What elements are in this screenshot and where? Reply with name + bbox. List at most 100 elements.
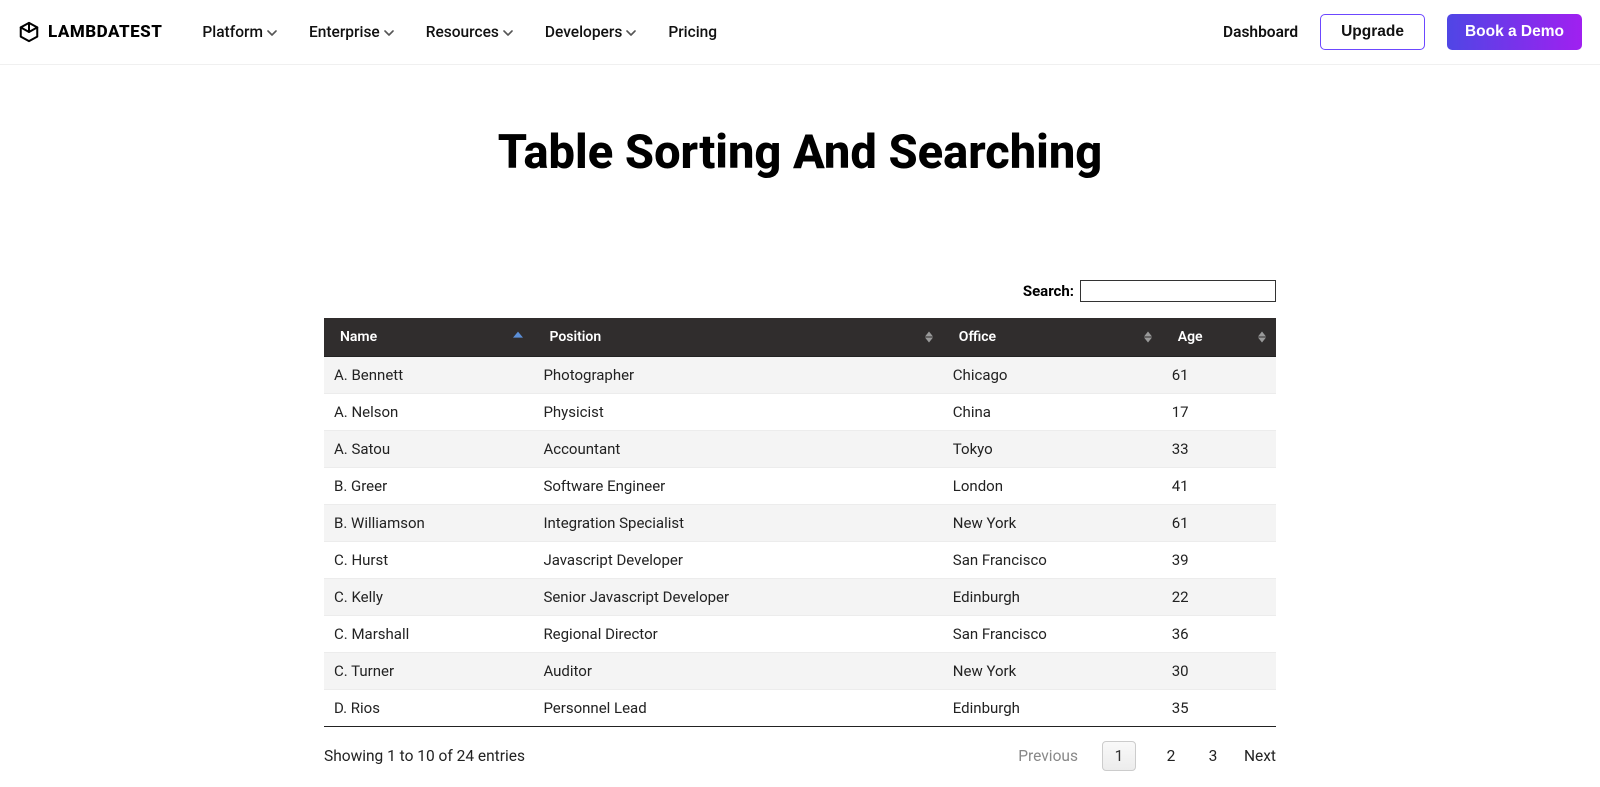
data-table: Name Position Office Age A. BennettPhotogra… — [324, 318, 1276, 727]
sort-icon — [1144, 332, 1152, 343]
cell-office: Chicago — [943, 357, 1162, 394]
cell-age: 22 — [1162, 579, 1276, 616]
sort-icon — [1258, 332, 1266, 343]
cell-position: Senior Javascript Developer — [533, 579, 942, 616]
cell-name: D. Rios — [324, 690, 533, 727]
chevron-down-icon — [503, 30, 513, 36]
column-header-label: Name — [340, 329, 377, 345]
cell-position: Physicist — [533, 394, 942, 431]
column-header-label: Office — [959, 329, 996, 345]
table-body: A. BennettPhotographerChicago61A. Nelson… — [324, 357, 1276, 727]
cell-position: Personnel Lead — [533, 690, 942, 727]
table-row: D. RiosPersonnel LeadEdinburgh35 — [324, 690, 1276, 727]
cell-office: China — [943, 394, 1162, 431]
nav-item-pricing[interactable]: Pricing — [668, 23, 717, 41]
cell-position: Auditor — [533, 653, 942, 690]
table-row: C. HurstJavascript DeveloperSan Francisc… — [324, 542, 1276, 579]
chevron-down-icon — [384, 30, 394, 36]
table-info: Showing 1 to 10 of 24 entries — [324, 747, 1018, 765]
cell-age: 61 — [1162, 505, 1276, 542]
table-container: Search: Name Position Office Age A. Bennett… — [324, 280, 1276, 771]
cell-office: London — [943, 468, 1162, 505]
table-row: A. NelsonPhysicistChina17 — [324, 394, 1276, 431]
cell-office: Edinburgh — [943, 579, 1162, 616]
cell-name: C. Marshall — [324, 616, 533, 653]
nav-item-developers[interactable]: Developers — [545, 23, 636, 41]
cell-name: B. Williamson — [324, 505, 533, 542]
cell-age: 61 — [1162, 357, 1276, 394]
cell-position: Photographer — [533, 357, 942, 394]
sort-asc-icon — [513, 332, 523, 338]
cell-name: B. Greer — [324, 468, 533, 505]
pagination-previous[interactable]: Previous — [1018, 747, 1078, 765]
column-header-office[interactable]: Office — [943, 318, 1162, 357]
pagination-page-2[interactable]: 2 — [1164, 747, 1178, 765]
cell-age: 36 — [1162, 616, 1276, 653]
nav-item-platform[interactable]: Platform — [202, 23, 277, 41]
upgrade-button[interactable]: Upgrade — [1320, 14, 1425, 50]
cell-name: A. Bennett — [324, 357, 533, 394]
search-input[interactable] — [1080, 280, 1276, 302]
nav-item-resources[interactable]: Resources — [426, 23, 513, 41]
pagination-page-1[interactable]: 1 — [1102, 741, 1136, 771]
nav-item-enterprise[interactable]: Enterprise — [309, 23, 394, 41]
table-row: B. WilliamsonIntegration SpecialistNew Y… — [324, 505, 1276, 542]
search-row: Search: — [324, 280, 1276, 302]
sort-icon — [925, 332, 933, 343]
brand-icon — [18, 21, 40, 43]
chevron-down-icon — [626, 30, 636, 36]
cell-office: Tokyo — [943, 431, 1162, 468]
book-demo-button[interactable]: Book a Demo — [1447, 14, 1582, 50]
column-header-position[interactable]: Position — [533, 318, 942, 357]
cell-age: 39 — [1162, 542, 1276, 579]
table-head: Name Position Office Age — [324, 318, 1276, 357]
table-row: C. KellySenior Javascript DeveloperEdinb… — [324, 579, 1276, 616]
brand-logo[interactable]: LAMBDATEST — [18, 21, 162, 43]
pagination-page-3[interactable]: 3 — [1206, 747, 1220, 765]
cell-age: 33 — [1162, 431, 1276, 468]
pagination-next[interactable]: Next — [1244, 747, 1276, 765]
column-header-label: Position — [549, 329, 601, 345]
cell-age: 30 — [1162, 653, 1276, 690]
pagination: Previous 1 2 3 Next — [1018, 741, 1276, 771]
search-label: Search: — [1023, 282, 1074, 300]
cell-position: Accountant — [533, 431, 942, 468]
header-actions: Dashboard Upgrade Book a Demo — [1223, 14, 1582, 50]
cell-office: San Francisco — [943, 542, 1162, 579]
nav-item-label: Enterprise — [309, 23, 380, 41]
column-header-label: Age — [1178, 329, 1203, 345]
dashboard-link[interactable]: Dashboard — [1223, 23, 1298, 41]
cell-name: A. Nelson — [324, 394, 533, 431]
main-nav: Platform Enterprise Resources Developers Pri… — [202, 23, 1223, 41]
nav-item-label: Platform — [202, 23, 263, 41]
cell-position: Regional Director — [533, 616, 942, 653]
table-row: C. TurnerAuditorNew York30 — [324, 653, 1276, 690]
nav-item-label: Resources — [426, 23, 499, 41]
cell-name: C. Kelly — [324, 579, 533, 616]
nav-item-label: Developers — [545, 23, 622, 41]
cell-name: C. Turner — [324, 653, 533, 690]
cell-position: Integration Specialist — [533, 505, 942, 542]
cell-name: C. Hurst — [324, 542, 533, 579]
page-title: Table Sorting And Searching — [0, 125, 1600, 180]
table-row: C. MarshallRegional DirectorSan Francisc… — [324, 616, 1276, 653]
table-row: A. BennettPhotographerChicago61 — [324, 357, 1276, 394]
cell-age: 41 — [1162, 468, 1276, 505]
cell-age: 35 — [1162, 690, 1276, 727]
cell-position: Javascript Developer — [533, 542, 942, 579]
brand-name: LAMBDATEST — [48, 22, 162, 42]
main-header: LAMBDATEST Platform Enterprise Resources De… — [0, 0, 1600, 65]
column-header-name[interactable]: Name — [324, 318, 533, 357]
cell-age: 17 — [1162, 394, 1276, 431]
table-row: B. GreerSoftware EngineerLondon41 — [324, 468, 1276, 505]
cell-office: Edinburgh — [943, 690, 1162, 727]
table-row: A. SatouAccountantTokyo33 — [324, 431, 1276, 468]
cell-office: New York — [943, 653, 1162, 690]
chevron-down-icon — [267, 30, 277, 36]
cell-office: San Francisco — [943, 616, 1162, 653]
nav-item-label: Pricing — [668, 23, 717, 41]
cell-name: A. Satou — [324, 431, 533, 468]
cell-position: Software Engineer — [533, 468, 942, 505]
cell-office: New York — [943, 505, 1162, 542]
column-header-age[interactable]: Age — [1162, 318, 1276, 357]
